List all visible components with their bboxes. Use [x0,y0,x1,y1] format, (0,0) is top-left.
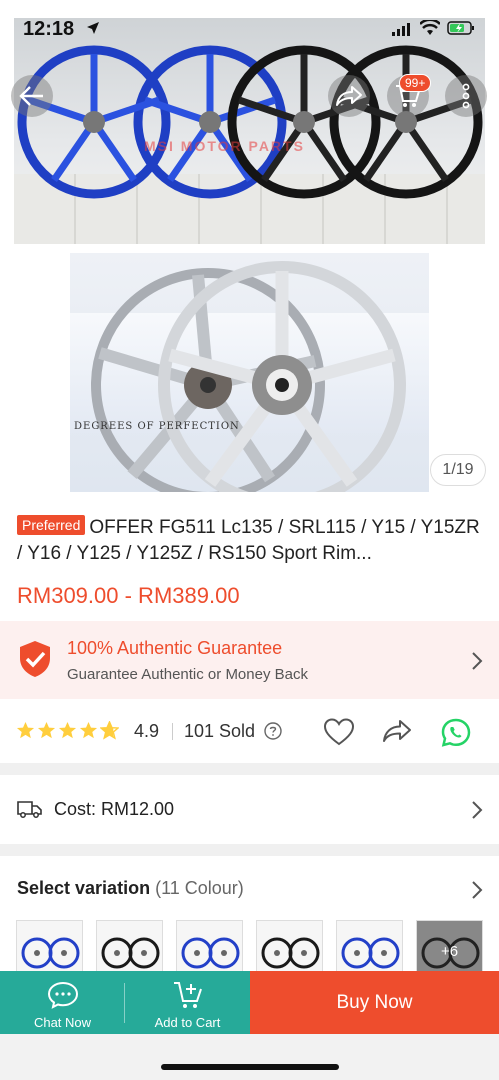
home-indicator[interactable] [161,1064,339,1070]
chat-now-label: Chat Now [33,1015,92,1030]
truck-icon [17,801,42,818]
variation-thumb[interactable] [336,920,403,978]
star-icon [16,721,35,739]
buy-now-button[interactable]: Buy Now [250,971,499,1034]
chat-now-button[interactable]: Chat Now [0,971,125,1034]
battery-charging-icon [447,21,474,35]
variation-thumb[interactable] [16,920,83,978]
share-icon [336,86,362,106]
star-rating [16,721,119,740]
chat-bubble-icon [47,981,78,1009]
location-arrow-icon [87,22,99,34]
shipping-cost-row[interactable]: Cost: RM12.00 [0,775,499,844]
chevron-right-icon [472,652,483,670]
chevron-right-icon [472,881,483,899]
cellular-signal-icon [392,23,410,36]
star-icon [58,721,77,739]
product-photo-top: MSI MOTOR PARTS [14,18,485,244]
share-button[interactable] [328,75,370,117]
add-to-cart-button[interactable]: Add to Cart [125,971,250,1034]
image-counter: 1/19 [430,454,486,486]
star-icon [37,721,56,739]
star-icon [79,721,98,739]
variation-thumb[interactable] [176,920,243,978]
status-bar: 12:18 [0,0,499,42]
back-button[interactable] [11,75,53,117]
share-icon[interactable] [382,718,412,744]
home-indicator-area [0,1034,499,1080]
heart-icon[interactable] [324,718,354,746]
product-price: RM309.00 - RM389.00 [17,583,240,608]
add-to-cart-label: Add to Cart [154,1015,221,1030]
product-title: Preferred OFFER FG511 Lc135 / SRL115 / Y1… [17,515,485,567]
more-options-button[interactable] [445,75,487,117]
divider [172,723,173,740]
variation-title: Select variation (11 Colour) [17,878,244,899]
arrow-left-icon [19,86,43,106]
more-variations-count: +6 [440,943,459,960]
variation-thumb-more[interactable]: +6 [416,920,483,978]
variation-thumbnails: +6 [16,920,483,978]
add-to-cart-icon [173,982,202,1008]
divider [124,983,125,1023]
rating-value: 4.9 [134,721,160,741]
cart-count-badge: 99+ [399,74,432,92]
product-title-text: OFFER FG511 Lc135 / SRL115 / Y15 / Y15ZR… [17,517,480,564]
box-print-text: DEGREES OF PERFECTION [74,421,240,432]
variation-thumb[interactable] [96,920,163,978]
star-half-icon [100,721,119,740]
watermark-text: MSI MOTOR PARTS [144,138,305,154]
chevron-right-icon [472,801,483,819]
sold-count: 101 Sold [184,721,256,741]
whatsapp-icon[interactable] [440,718,472,748]
variation-count: (11 Colour) [155,878,244,898]
guarantee-subtitle: Guarantee Authentic or Money Back [67,666,308,683]
variation-section[interactable]: Select variation (11 Colour) +6 [0,856,499,978]
more-vertical-icon [462,83,470,109]
product-photo-main: DEGREES OF PERFECTION [70,253,429,492]
status-time: 12:18 [23,18,75,40]
guarantee-title: 100% Authentic Guarantee [67,638,283,658]
question-circle-icon[interactable] [264,722,282,740]
authentic-guarantee-banner[interactable]: 100% Authentic Guarantee Guarantee Authe… [0,621,499,699]
variation-title-text: Select variation [17,878,151,898]
shipping-cost: Cost: RM12.00 [54,799,175,819]
section-divider [0,844,499,856]
bottom-action-bar: Chat Now Add to Cart Buy Now [0,971,499,1034]
secondary-actions: Chat Now Add to Cart [0,971,250,1034]
section-divider [0,763,499,775]
preferred-badge: Preferred [17,515,86,535]
shield-check-icon [20,641,50,677]
rating-row: 4.9 101 Sold [0,700,499,763]
variation-thumb[interactable] [256,920,323,978]
wifi-icon [420,20,440,35]
